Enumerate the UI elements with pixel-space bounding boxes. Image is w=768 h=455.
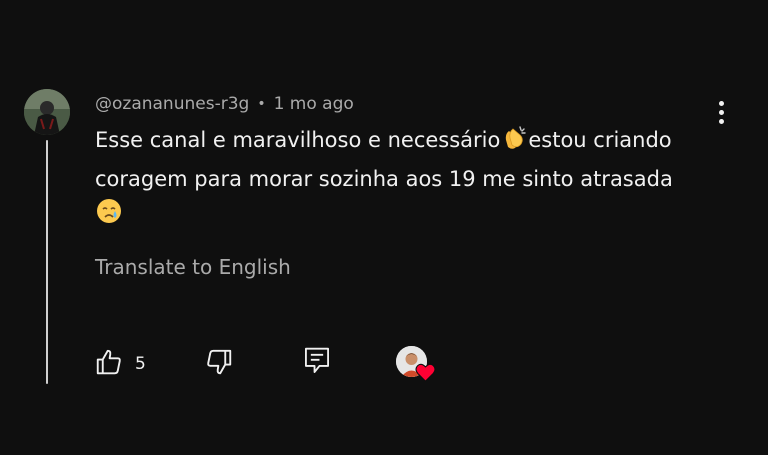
thread-line <box>46 140 48 384</box>
like-count: 5 <box>135 354 146 374</box>
author-handle[interactable]: @ozananunes-r3g <box>95 94 249 114</box>
comment-timestamp[interactable]: 1 mo ago <box>274 94 354 114</box>
comment-body: Esse canal e maravilhoso e necessário es… <box>95 123 715 235</box>
crying-face-emoji <box>95 197 123 235</box>
like-button[interactable]: 5 <box>94 347 146 381</box>
meta-separator: • <box>257 96 266 112</box>
heart-icon <box>415 363 436 386</box>
creator-heart-badge <box>396 346 438 382</box>
dislike-button[interactable] <box>204 347 234 381</box>
more-vert-icon-dot <box>718 118 724 124</box>
reply-comment-icon <box>302 345 332 381</box>
translate-link[interactable]: Translate to English <box>95 255 291 279</box>
reply-button[interactable] <box>302 345 332 381</box>
thumb-up-icon <box>94 347 124 381</box>
comment-meta: @ozananunes-r3g • 1 mo ago <box>95 92 354 116</box>
more-vert-icon-dot <box>718 109 724 115</box>
author-avatar[interactable] <box>24 89 70 135</box>
comment-text-part1: Esse canal e maravilhoso e necessário <box>95 128 501 152</box>
thumb-down-icon <box>204 347 234 381</box>
more-vert-icon-dot <box>718 100 724 106</box>
clapping-hands-emoji <box>500 124 528 162</box>
